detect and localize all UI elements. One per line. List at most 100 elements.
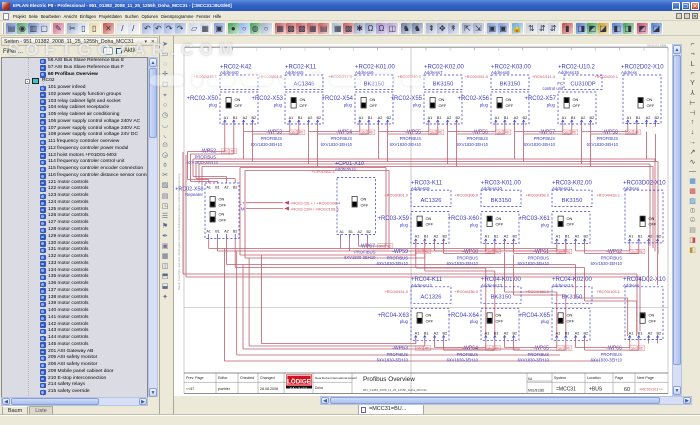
svg-text:A2: A2 — [434, 331, 439, 335]
svg-text:PROFIBUS: PROFIBUS — [534, 136, 556, 141]
svg-text:-WP66: -WP66 — [606, 346, 622, 352]
svg-text:AC1326: AC1326 — [421, 198, 442, 204]
svg-text:Profibus Overview: Profibus Overview — [363, 376, 415, 383]
svg-text:B1: B1 — [298, 116, 303, 120]
svg-text:B1: B1 — [636, 116, 641, 120]
svg-text:AC1326: AC1326 — [421, 295, 442, 301]
svg-text:ON: ON — [649, 313, 655, 318]
svg-text:B2: B2 — [589, 116, 594, 120]
svg-text:+RC04/433.1: +RC04/433.1 — [596, 193, 620, 198]
svg-text:A2: A2 — [447, 116, 452, 120]
svg-text:6XV1830-3EH10: 6XV1830-3EH10 — [518, 261, 550, 266]
svg-text:Doha: Doha — [315, 386, 323, 390]
svg-text:PROFIBUS: PROFIBUS — [601, 352, 623, 357]
svg-text:B1: B1 — [571, 116, 576, 120]
svg-text:6XV1830-3EH10: 6XV1830-3EH10 — [377, 358, 409, 363]
svg-text:+RC03/358.0: +RC03/358.0 — [525, 193, 549, 198]
svg-text:A1: A1 — [415, 235, 420, 239]
svg-text:B2: B2 — [583, 235, 588, 239]
svg-text:B1: B1 — [565, 235, 570, 239]
svg-text:Address14: Address14 — [552, 283, 574, 288]
svg-text:+RC04/431.0: +RC04/431.0 — [384, 289, 408, 294]
svg-text:+RC02-X55: +RC02-X55 — [390, 96, 422, 102]
svg-text:New Doha International Airport: New Doha International Airport — [315, 376, 357, 380]
svg-text:plug: plug — [209, 102, 218, 107]
svg-text:6XV1830-3EH10: 6XV1830-3EH10 — [587, 142, 619, 147]
svg-text:ON: ON — [235, 97, 241, 102]
svg-text:B2: B2 — [512, 331, 517, 335]
svg-text:ON: ON — [506, 97, 512, 102]
svg-text:BK3150: BK3150 — [500, 81, 521, 87]
svg-text:A2: A2 — [308, 116, 313, 120]
svg-text:951_01382_2008_11_25_1255h_Doh: 951_01382_2008_11_25_1255h_Doha_MCC31 — [363, 388, 427, 392]
svg-text:+RC02/111.4: +RC02/111.4 — [532, 74, 556, 79]
svg-text:A1: A1 — [485, 331, 490, 335]
svg-text:6XV1830-3EH10: 6XV1830-3EH10 — [591, 358, 623, 363]
svg-text:A2: A2 — [357, 230, 361, 234]
svg-text:plug: plug — [400, 319, 409, 324]
svg-text:B1: B1 — [233, 116, 238, 120]
svg-text:A2: A2 — [224, 186, 228, 190]
svg-text:A1: A1 — [485, 235, 490, 239]
svg-text:GN: GN — [417, 250, 423, 254]
svg-text:-WP61: -WP61 — [533, 249, 549, 255]
svg-text:B1: B1 — [638, 235, 643, 239]
svg-text:Repeater: Repeater — [185, 192, 204, 197]
svg-text:05.02 F1 SDB: 05.02 F1 SDB — [647, 44, 666, 48]
svg-text:A1: A1 — [206, 230, 210, 234]
svg-text:RD: RD — [369, 131, 374, 135]
svg-text:B1: B1 — [437, 116, 442, 120]
svg-text:plug: plug — [480, 102, 489, 107]
svg-text:-WP62: -WP62 — [606, 249, 622, 255]
svg-text:=MCC31: =MCC31 — [556, 387, 576, 393]
svg-text:-WP58: -WP58 — [602, 130, 618, 136]
svg-text:6XV1830-3EH10: 6XV1830-3EH10 — [591, 261, 623, 266]
svg-text:PROFIBUS: PROFIBUS — [331, 136, 353, 141]
svg-text:6XV1830-3EH10: 6XV1830-3EH10 — [457, 142, 489, 147]
svg-text:control unit: control unit — [543, 86, 564, 91]
svg-text:-WP59: -WP59 — [392, 249, 408, 255]
svg-text:OFF: OFF — [361, 202, 369, 207]
svg-text:A1: A1 — [428, 116, 433, 120]
svg-text:PROFIBUS: PROFIBUS — [467, 136, 489, 141]
svg-text:<<57: <<57 — [186, 387, 194, 391]
svg-text:B2: B2 — [522, 116, 527, 120]
svg-text:PROFIBUS: PROFIBUS — [597, 136, 619, 141]
svg-text:+RC02-X54: +RC02-X54 — [321, 96, 353, 102]
svg-text:B2: B2 — [386, 116, 391, 120]
svg-text:ON: ON — [370, 97, 376, 102]
svg-text:OFF: OFF — [567, 318, 575, 323]
svg-text:B1: B1 — [215, 186, 219, 190]
svg-text:MACHINE: MACHINE — [290, 386, 309, 389]
svg-text:PROFIBUS: PROFIBUS — [457, 352, 479, 357]
svg-text:PROFIBUS: PROFIBUS — [387, 255, 409, 260]
svg-text:plug: plug — [274, 102, 283, 107]
svg-text:RD: RD — [639, 347, 644, 351]
svg-text:6XV1830-3EH10: 6XV1830-3EH10 — [447, 358, 479, 363]
svg-text:B2: B2 — [583, 331, 588, 335]
svg-text:+RC03-X59: +RC03-X59 — [377, 216, 409, 222]
svg-text:-WP55: -WP55 — [405, 130, 421, 136]
svg-text:A1: A1 — [206, 186, 210, 190]
svg-text:ON: ON — [219, 197, 225, 202]
svg-text:RD: RD — [639, 250, 644, 254]
svg-text:+RC02-12L+ / +RC02/108.4: +RC02-12L+ / +RC02/108.4 — [290, 201, 341, 206]
svg-text:BK3150: BK3150 — [491, 198, 512, 204]
svg-text:+RC02/101>>: +RC02/101>> — [639, 387, 664, 391]
svg-text:28.08.2008: 28.08.2008 — [260, 387, 278, 391]
svg-text:6XV1830-3EH10: 6XV1830-3EH10 — [251, 142, 283, 147]
svg-text:OFF: OFF — [219, 217, 227, 222]
svg-text:+RC02/251.0: +RC02/251.0 — [464, 74, 488, 79]
svg-text:A1: A1 — [629, 235, 634, 239]
svg-text:A2: A2 — [646, 116, 651, 120]
svg-text:RD: RD — [566, 347, 571, 351]
svg-text:6XV1830-3EH10: 6XV1830-3EH10 — [344, 255, 376, 260]
svg-text:B1: B1 — [494, 235, 499, 239]
svg-text:ON: ON — [567, 216, 573, 221]
svg-text:A1: A1 — [359, 116, 364, 120]
svg-text:plug: plug — [344, 102, 353, 107]
svg-text:L+: L+ — [240, 200, 245, 205]
svg-text:ON: ON — [567, 313, 573, 318]
svg-text:A2: A2 — [504, 235, 509, 239]
svg-text:+RC03-X61: +RC03-X61 — [518, 216, 550, 222]
